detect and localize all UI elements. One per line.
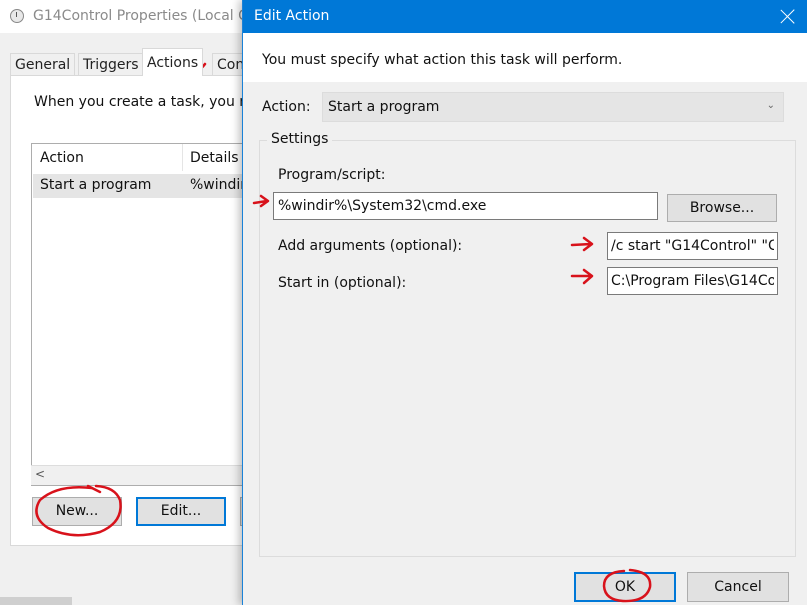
tab-general[interactable]: General (10, 53, 76, 75)
cancel-button[interactable]: Cancel (687, 572, 789, 602)
scroll-left-icon[interactable]: < (35, 467, 45, 481)
task-properties-window: G14Control Properties (Local Co General … (0, 0, 262, 605)
arguments-label: Add arguments (optional): (278, 238, 463, 254)
properties-titlebar: G14Control Properties (Local Co (0, 0, 256, 33)
program-script-input[interactable] (273, 192, 658, 220)
new-action-button[interactable]: New... (32, 497, 122, 526)
chevron-down-icon[interactable]: ⌄ (767, 100, 775, 111)
actions-intro-text: When you create a task, you mu (34, 94, 262, 110)
settings-group-label: Settings (267, 131, 333, 147)
edit-action-dialog: Edit Action You must specify what action… (242, 0, 807, 605)
close-icon[interactable] (776, 5, 800, 29)
edit-action-button[interactable]: Edit... (136, 497, 226, 526)
dialog-titlebar: Edit Action (243, 0, 807, 33)
action-label: Action: (262, 99, 311, 115)
table-row[interactable]: Start a program %windir (33, 174, 249, 198)
horizontal-scrollbar[interactable]: < (31, 465, 250, 485)
tab-triggers[interactable]: Triggers (78, 53, 144, 75)
action-dropdown-value: Start a program (328, 99, 440, 115)
dialog-instruction: You must specify what action this task w… (262, 52, 623, 68)
program-script-label: Program/script: (278, 167, 386, 183)
row-action-cell: Start a program (40, 177, 152, 193)
action-dropdown[interactable]: Start a program ⌄ (322, 92, 784, 122)
row-details-cell: %windir (190, 177, 247, 193)
column-header-details[interactable]: Details (190, 150, 239, 166)
browse-button[interactable]: Browse... (667, 194, 777, 222)
taskbar-strip (0, 597, 72, 605)
start-in-input[interactable] (607, 267, 778, 295)
column-divider[interactable] (182, 144, 183, 171)
actions-table[interactable]: Action Details Start a program %windir (31, 143, 250, 486)
dialog-title: Edit Action (254, 8, 330, 24)
properties-window-title: G14Control Properties (Local Co (33, 8, 257, 24)
arguments-input[interactable] (607, 232, 778, 260)
ok-button[interactable]: OK (574, 572, 676, 602)
tab-actions[interactable]: Actions (142, 48, 204, 76)
start-in-label: Start in (optional): (278, 275, 407, 291)
task-clock-icon (10, 9, 24, 23)
column-header-action[interactable]: Action (40, 150, 84, 166)
